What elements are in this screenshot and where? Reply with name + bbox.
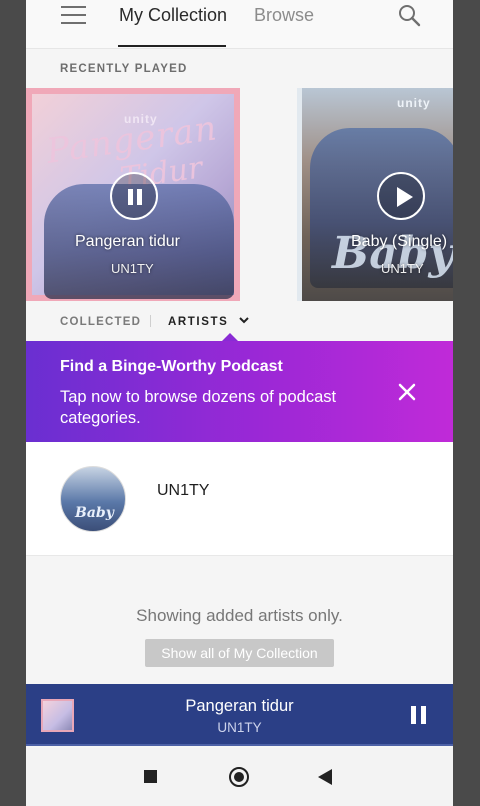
card-title: Baby (Single) <box>351 233 448 250</box>
artist-name: UN1TY <box>157 482 210 499</box>
back-icon[interactable] <box>318 769 332 785</box>
filter-note: Showing added artists only. <box>136 606 343 625</box>
artists-dropdown[interactable]: ARTISTS <box>168 316 228 328</box>
avatar: Baby <box>60 466 126 532</box>
tab-my-collection[interactable]: My Collection <box>119 5 227 26</box>
banner-pointer <box>222 333 238 341</box>
app-frame: My Collection Browse RECENTLY PLAYED uni… <box>26 0 453 806</box>
filter-bar: COLLECTED ARTISTS <box>26 301 453 341</box>
collected-label: COLLECTED <box>60 316 142 328</box>
recently-played-card[interactable]: unity Baby Baby (Single) UN1TY <box>297 88 453 301</box>
player-title: Pangeran tidur <box>185 697 294 715</box>
player-artist: UN1TY <box>217 720 262 735</box>
pause-icon[interactable] <box>410 706 428 724</box>
system-nav-bar <box>26 748 453 806</box>
list-item[interactable]: Baby UN1TY <box>26 442 453 556</box>
recently-played-card[interactable]: unity Pangeran Tidur Pangeran tidur UN1T… <box>26 88 240 301</box>
search-icon[interactable] <box>397 3 421 27</box>
top-bar: My Collection Browse <box>26 0 453 49</box>
promo-body: Tap now to browse dozens of podcast cate… <box>60 388 337 427</box>
avatar-art-text: Baby <box>75 505 114 521</box>
podcast-promo-banner[interactable]: Find a Binge-Worthy Podcast Tap now to b… <box>26 333 453 442</box>
hamburger-menu-icon[interactable] <box>61 6 87 26</box>
play-button[interactable] <box>377 172 425 220</box>
unity-logo: unity <box>397 96 431 110</box>
home-icon[interactable] <box>229 767 249 787</box>
recents-icon[interactable] <box>144 770 157 783</box>
mini-player[interactable]: Pangeran tidur UN1TY <box>26 684 453 746</box>
chevron-down-icon[interactable] <box>238 314 250 326</box>
show-all-button[interactable]: Show all of My Collection <box>145 639 334 667</box>
play-icon <box>397 187 413 207</box>
close-icon[interactable] <box>396 381 418 403</box>
card-artist: UN1TY <box>111 261 154 276</box>
card-artist: UN1TY <box>381 261 424 276</box>
recently-played-label: RECENTLY PLAYED <box>60 63 188 75</box>
promo-title: Find a Binge-Worthy Podcast <box>60 358 283 375</box>
divider <box>150 315 151 327</box>
tab-browse[interactable]: Browse <box>254 5 314 26</box>
active-tab-indicator <box>118 45 226 47</box>
pause-button[interactable] <box>110 172 158 220</box>
album-art: unity Baby <box>297 88 453 301</box>
card-title: Pangeran tidur <box>75 233 180 250</box>
